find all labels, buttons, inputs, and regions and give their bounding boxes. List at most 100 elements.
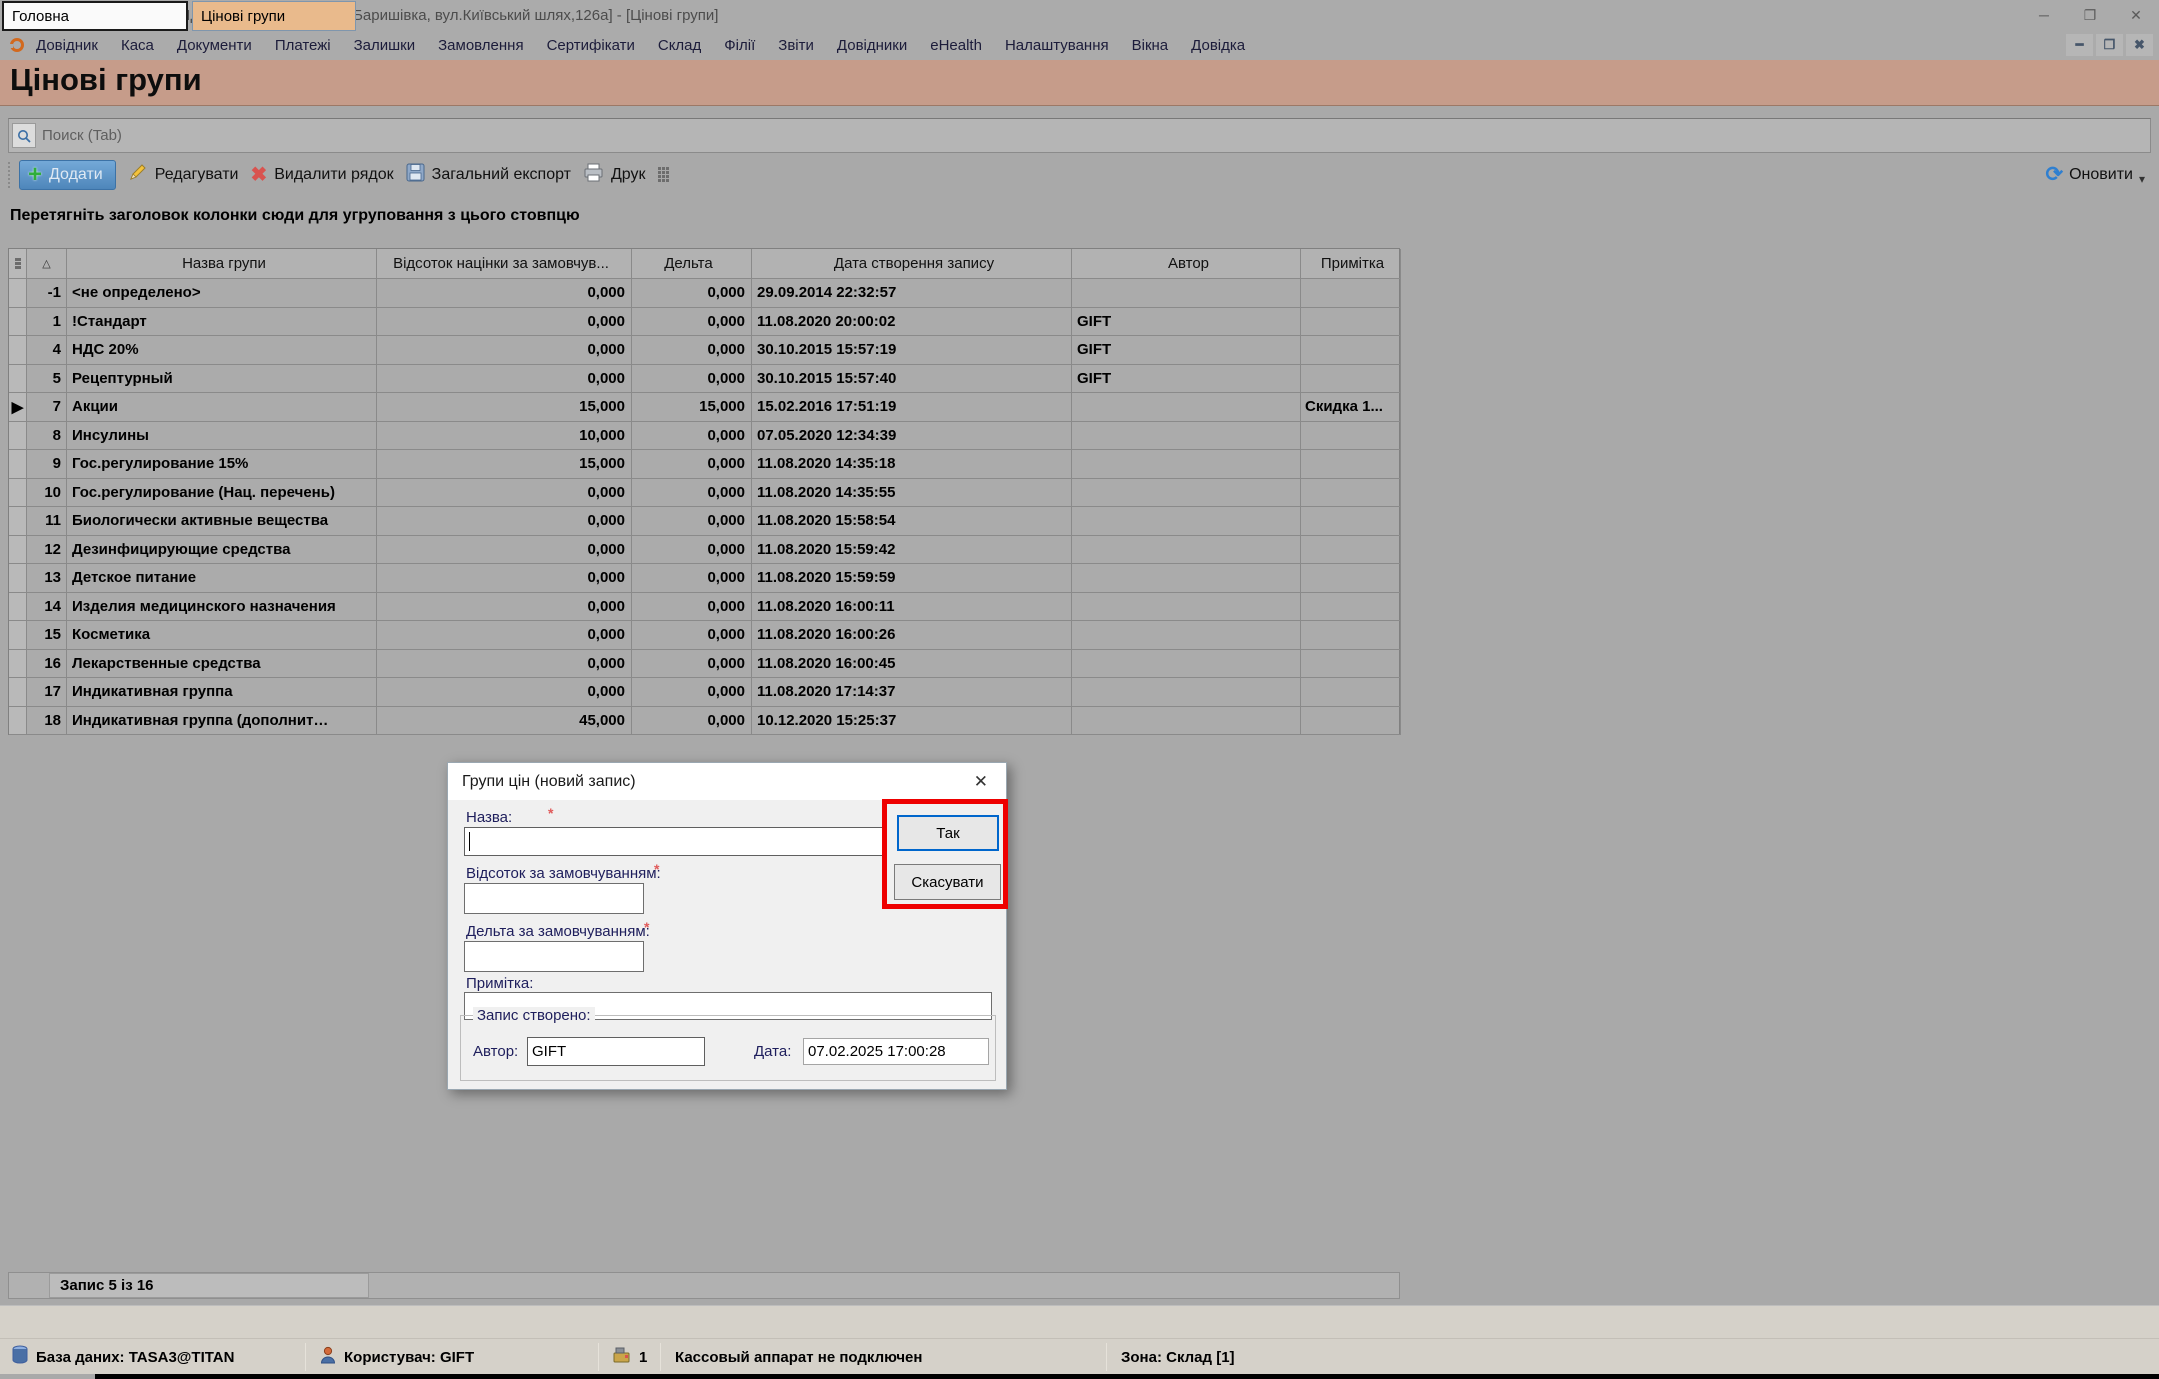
row-percent-cell: 0,000 (377, 593, 632, 622)
close-icon[interactable]: ✕ (2113, 7, 2159, 24)
menu-item-5[interactable]: Залишки (354, 37, 416, 54)
row-marker-cell (9, 564, 27, 593)
menu-item-14[interactable]: Вікна (1132, 37, 1169, 54)
row-author-cell (1072, 650, 1301, 679)
table-row[interactable]: 15 Косметика 0,000 0,000 11.08.2020 16:0… (9, 621, 1399, 650)
header-note[interactable]: Примітка (1301, 249, 1401, 279)
window-tabs-row (0, 1305, 2159, 1338)
date-input[interactable] (804, 1039, 988, 1064)
restore-icon[interactable]: ❐ (2067, 7, 2113, 24)
row-created-cell: 30.10.2015 15:57:40 (752, 365, 1072, 394)
row-name-cell: Гос.регулирование 15% (67, 450, 377, 479)
header-name[interactable]: Назва групи (67, 249, 377, 279)
delta-input[interactable] (465, 942, 643, 971)
row-delta-cell: 0,000 (632, 536, 752, 565)
print-button[interactable]: Друк (583, 163, 646, 187)
percent-required-asterisk: * (654, 861, 659, 877)
menu-item-3[interactable]: Документи (177, 37, 252, 54)
table-row[interactable]: 9 Гос.регулирование 15% 15,000 0,000 11.… (9, 450, 1399, 479)
tab-price-groups[interactable]: Цінові групи (192, 1, 356, 31)
status-bar: База даних: TASA3@TITAN Користувач: GIFT… (0, 1338, 2159, 1374)
table-row[interactable]: 1 !Стандарт 0,000 0,000 11.08.2020 20:00… (9, 308, 1399, 337)
row-name-cell: Рецептурный (67, 365, 377, 394)
menu-item-15[interactable]: Довідка (1191, 37, 1245, 54)
table-row[interactable]: 18 Индикативная группа (дополнит… 45,000… (9, 707, 1399, 736)
tab-home[interactable]: Головна (2, 1, 188, 31)
row-percent-cell: 0,000 (377, 336, 632, 365)
user-status-text: Користувач: GIFT (344, 1349, 474, 1366)
row-percent-cell: 0,000 (377, 279, 632, 308)
row-marker-cell (9, 507, 27, 536)
menu-item-7[interactable]: Сертифікати (547, 37, 635, 54)
column-options-button[interactable] (658, 167, 669, 182)
menu-item-13[interactable]: Налаштування (1005, 37, 1109, 54)
row-id-cell: 18 (27, 707, 67, 736)
menu-item-1[interactable]: Довідник (36, 37, 98, 54)
menu-bar: Довідник Каса Документи Платежі Залишки Замов… (0, 30, 2159, 60)
percent-input[interactable] (465, 884, 643, 913)
table-row[interactable]: 8 Инсулины 10,000 0,000 07.05.2020 12:34… (9, 422, 1399, 451)
toolbar-grip[interactable] (6, 162, 11, 188)
refresh-button[interactable]: ⟳ Оновити ▾ (2045, 162, 2145, 187)
menu-item-11[interactable]: Довідники (837, 37, 907, 54)
row-created-cell: 11.08.2020 15:59:59 (752, 564, 1072, 593)
export-button[interactable]: Загальний експорт (406, 163, 571, 187)
table-row[interactable]: 4 НДС 20% 0,000 0,000 30.10.2015 15:57:1… (9, 336, 1399, 365)
row-note-cell (1301, 365, 1401, 394)
table-row[interactable]: 11 Биологически активные вещества 0,000 … (9, 507, 1399, 536)
chevron-down-icon[interactable]: ▾ (2139, 172, 2145, 186)
row-note-cell (1301, 507, 1401, 536)
table-options-icon (15, 258, 20, 269)
row-author-cell (1072, 279, 1301, 308)
table-row[interactable]: 17 Индикативная группа 0,000 0,000 11.08… (9, 678, 1399, 707)
row-author-cell (1072, 450, 1301, 479)
row-author-cell: GIFT (1072, 336, 1301, 365)
status-separator (1106, 1343, 1107, 1371)
row-delta-cell: 0,000 (632, 422, 752, 451)
edit-button-label: Редагувати (155, 166, 239, 184)
table-row[interactable]: 14 Изделия медицинского назначения 0,000… (9, 593, 1399, 622)
row-id-cell: 10 (27, 479, 67, 508)
table-row[interactable]: -1 <не определено> 0,000 0,000 29.09.201… (9, 279, 1399, 308)
mdi-minimize-icon[interactable]: ━ (2066, 34, 2093, 56)
table-row[interactable]: 5 Рецептурный 0,000 0,000 30.10.2015 15:… (9, 365, 1399, 394)
table-row[interactable]: 16 Лекарственные средства 0,000 0,000 11… (9, 650, 1399, 679)
author-input[interactable] (528, 1038, 704, 1065)
header-percent[interactable]: Відсоток націнки за замовчув... (377, 249, 632, 279)
header-author[interactable]: Автор (1072, 249, 1301, 279)
toolbar: + Додати Редагувати ✖ Видалити рядок Заг… (0, 158, 2159, 191)
dialog-close-icon[interactable]: ✕ (974, 772, 988, 792)
row-marker-cell (9, 365, 27, 394)
table-row[interactable]: ▶ 7 Акции 15,000 15,000 15.02.2016 17:51… (9, 393, 1399, 422)
row-id-cell: 11 (27, 507, 67, 536)
delete-row-button[interactable]: ✖ Видалити рядок (250, 162, 393, 187)
name-input[interactable] (465, 828, 883, 855)
row-marker-cell (9, 336, 27, 365)
menu-item-10[interactable]: Звіти (778, 37, 814, 54)
edit-button[interactable]: Редагувати (128, 162, 239, 187)
header-row-marker[interactable] (9, 249, 27, 279)
header-id-sort[interactable]: △ (27, 249, 67, 279)
row-author-cell (1072, 536, 1301, 565)
created-groupbox: Запис створено: Автор: Дата: (460, 1015, 996, 1081)
search-input[interactable] (36, 119, 2150, 152)
menu-item-4[interactable]: Платежі (275, 37, 331, 54)
cash-register-icon (612, 1347, 631, 1367)
table-row[interactable]: 13 Детское питание 0,000 0,000 11.08.202… (9, 564, 1399, 593)
header-created[interactable]: Дата створення запису (752, 249, 1072, 279)
dialog-title-bar: Групи цін (новий запис) ✕ (448, 763, 1006, 800)
menu-item-9[interactable]: Філії (724, 37, 755, 54)
header-delta[interactable]: Дельта (632, 249, 752, 279)
menu-item-2[interactable]: Каса (121, 37, 154, 54)
mdi-close-icon[interactable]: ✖ (2126, 34, 2153, 56)
add-button[interactable]: + Додати (19, 160, 116, 190)
menu-item-6[interactable]: Замовлення (438, 37, 523, 54)
menu-item-8[interactable]: Склад (658, 37, 701, 54)
row-percent-cell: 15,000 (377, 393, 632, 422)
minimize-icon[interactable]: ─ (2021, 7, 2067, 23)
mdi-restore-icon[interactable]: ❐ (2096, 34, 2123, 56)
row-note-cell (1301, 593, 1401, 622)
table-row[interactable]: 12 Дезинфицирующие средства 0,000 0,000 … (9, 536, 1399, 565)
table-row[interactable]: 10 Гос.регулирование (Нац. перечень) 0,0… (9, 479, 1399, 508)
menu-item-12[interactable]: eHealth (930, 37, 982, 54)
